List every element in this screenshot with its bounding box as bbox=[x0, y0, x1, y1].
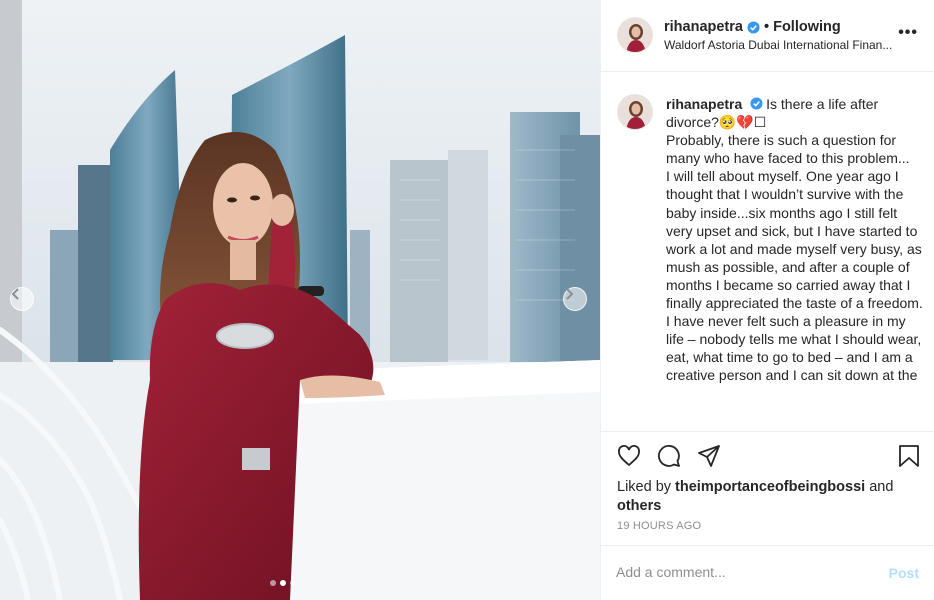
post-header: rihanapetra • Following Waldorf Astoria … bbox=[601, 0, 934, 72]
carousel-indicator bbox=[270, 580, 296, 586]
bookmark-icon[interactable] bbox=[898, 444, 920, 468]
location-link[interactable]: Waldorf Astoria Dubai International Fina… bbox=[664, 38, 924, 52]
liked-by-prefix: Liked by bbox=[617, 479, 676, 495]
caption: rihanapetra Is there a life after divorc… bbox=[666, 95, 926, 385]
verified-badge-icon bbox=[750, 97, 763, 110]
caption-text: Is there a life after divorce?🥺💔☐ Probab… bbox=[666, 96, 923, 384]
post-photo[interactable] bbox=[0, 0, 600, 600]
photo-scene bbox=[0, 0, 600, 600]
caption-avatar[interactable] bbox=[617, 94, 653, 130]
timestamp[interactable]: 19 HOURS AGO bbox=[617, 520, 701, 532]
carousel-dot bbox=[270, 580, 276, 586]
more-options-icon[interactable]: ••• bbox=[898, 24, 918, 42]
avatar-image bbox=[618, 18, 652, 52]
comment-input[interactable] bbox=[616, 564, 866, 580]
liked-by-middle: and bbox=[865, 479, 894, 495]
liked-by: Liked by theimportanceofbeingbossi and o… bbox=[617, 478, 917, 515]
comment-bar: Post bbox=[601, 545, 934, 600]
action-bar bbox=[601, 433, 934, 473]
liked-by-others-link[interactable]: others bbox=[617, 498, 661, 514]
next-photo-button[interactable] bbox=[563, 287, 587, 311]
avatar[interactable] bbox=[617, 17, 653, 53]
comment-icon[interactable] bbox=[657, 444, 681, 468]
post-side-panel: rihanapetra • Following Waldorf Astoria … bbox=[600, 0, 934, 600]
liked-by-user-link[interactable]: theimportanceofbeingbossi bbox=[675, 479, 865, 495]
header-user-line: rihanapetra • Following bbox=[664, 19, 841, 35]
caption-username-link[interactable]: rihanapetra bbox=[666, 96, 742, 112]
chevron-left-icon bbox=[11, 288, 19, 300]
carousel-dot-active bbox=[280, 580, 286, 586]
avatar-image bbox=[618, 95, 652, 129]
verified-badge-icon bbox=[747, 20, 760, 34]
previous-photo-button[interactable] bbox=[10, 287, 34, 311]
carousel-dot bbox=[290, 580, 296, 586]
chevron-right-icon bbox=[566, 288, 574, 300]
paper-plane-icon[interactable] bbox=[697, 444, 721, 468]
username-link[interactable]: rihanapetra bbox=[664, 19, 743, 35]
post-comment-button[interactable]: Post bbox=[889, 565, 919, 581]
following-button[interactable]: • Following bbox=[764, 19, 841, 35]
heart-icon[interactable] bbox=[617, 444, 641, 468]
